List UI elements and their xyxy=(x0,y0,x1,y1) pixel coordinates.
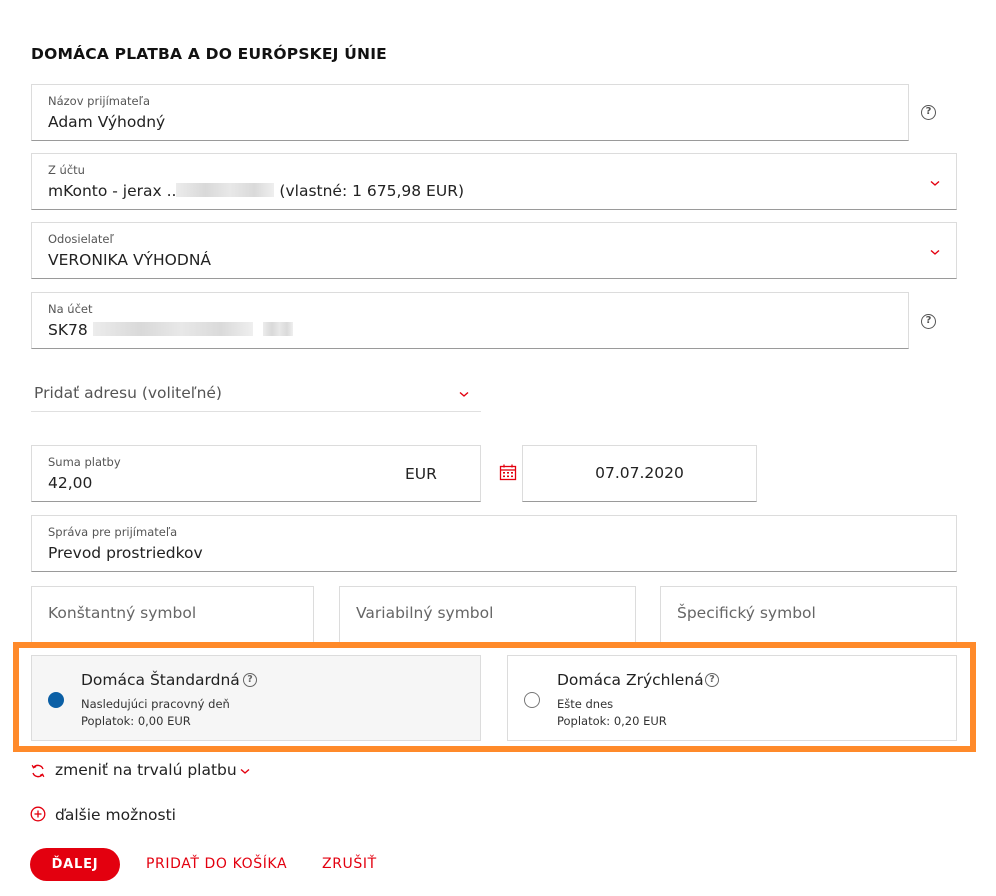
more-options-link[interactable]: ďalšie možnosti xyxy=(55,806,176,824)
recipient-label: Názov prijímateľa xyxy=(48,94,150,108)
from-account-select[interactable]: Z účtu mKonto - jerax .. (vlastné: 1 675… xyxy=(31,153,957,210)
from-account-suffix: (vlastné: 1 675,98 EUR) xyxy=(279,182,465,200)
amount-field[interactable]: Suma platby 42,00 EUR xyxy=(31,445,481,502)
variable-symbol-placeholder: Variabilný symbol xyxy=(356,604,494,622)
amount-value: 42,00 xyxy=(48,474,93,492)
constant-symbol-input[interactable]: Konštantný symbol xyxy=(31,586,314,642)
add-address-dropdown[interactable]: Pridať adresu (voliteľné) xyxy=(31,376,481,412)
message-value: Prevod prostriedkov xyxy=(48,544,203,562)
redacted-block xyxy=(176,183,275,197)
amount-label: Suma platby xyxy=(48,455,121,469)
variable-symbol-input[interactable]: Variabilný symbol xyxy=(339,586,636,642)
change-to-recurring-link[interactable]: zmeniť na trvalú platbu xyxy=(55,761,237,779)
refresh-icon[interactable] xyxy=(30,763,46,779)
recipient-value: Adam Výhodný xyxy=(48,113,166,131)
recipient-help-icon[interactable]: ? xyxy=(921,105,936,120)
message-label: Správa pre prijímateľa xyxy=(48,525,178,539)
to-account-field[interactable]: Na účet SK78 xyxy=(31,292,909,349)
recipient-field[interactable]: Názov prijímateľa Adam Výhodný xyxy=(31,84,909,141)
next-button[interactable]: ĎALEJ xyxy=(30,848,120,881)
date-field[interactable]: 07.07.2020 xyxy=(522,445,757,502)
calendar-icon[interactable] xyxy=(499,464,517,481)
add-address-placeholder: Pridať adresu (voliteľné) xyxy=(34,384,222,402)
payment-form-page: DOMÁCA PLATBA A DO EURÓPSKEJ ÚNIE Názov … xyxy=(0,0,996,896)
to-account-prefix: SK78 xyxy=(48,321,88,339)
chevron-down-icon xyxy=(930,249,940,255)
constant-symbol-placeholder: Konštantný symbol xyxy=(48,604,197,622)
to-account-label: Na účet xyxy=(48,302,93,316)
chevron-down-icon xyxy=(459,391,469,397)
chevron-down-icon[interactable] xyxy=(238,766,252,776)
sender-select[interactable]: Odosielateľ VERONIKA VÝHODNÁ xyxy=(31,222,957,279)
to-account-help-icon[interactable]: ? xyxy=(921,314,936,329)
to-account-value: SK78 xyxy=(48,321,293,339)
plus-circle-icon[interactable] xyxy=(30,806,46,822)
from-account-value: mKonto - jerax .. (vlastné: 1 675,98 EUR… xyxy=(48,182,464,200)
currency-label: EUR xyxy=(405,465,437,483)
date-value: 07.07.2020 xyxy=(595,464,684,482)
sender-label: Odosielateľ xyxy=(48,232,114,246)
redacted-block xyxy=(262,322,293,336)
from-account-prefix: mKonto - jerax .. xyxy=(48,182,177,200)
redacted-block xyxy=(92,322,253,336)
payment-options-highlight xyxy=(13,642,976,752)
add-to-cart-button[interactable]: PRIDAŤ DO KOŠÍKA xyxy=(146,856,287,872)
page-title: DOMÁCA PLATBA A DO EURÓPSKEJ ÚNIE xyxy=(31,45,387,63)
message-field[interactable]: Správa pre prijímateľa Prevod prostriedk… xyxy=(31,515,957,572)
specific-symbol-placeholder: Špecifický symbol xyxy=(677,604,816,622)
from-account-label: Z účtu xyxy=(48,163,85,177)
specific-symbol-input[interactable]: Špecifický symbol xyxy=(660,586,957,642)
cancel-button[interactable]: ZRUŠIŤ xyxy=(322,856,377,872)
chevron-down-icon xyxy=(930,180,940,186)
sender-value: VERONIKA VÝHODNÁ xyxy=(48,251,212,269)
